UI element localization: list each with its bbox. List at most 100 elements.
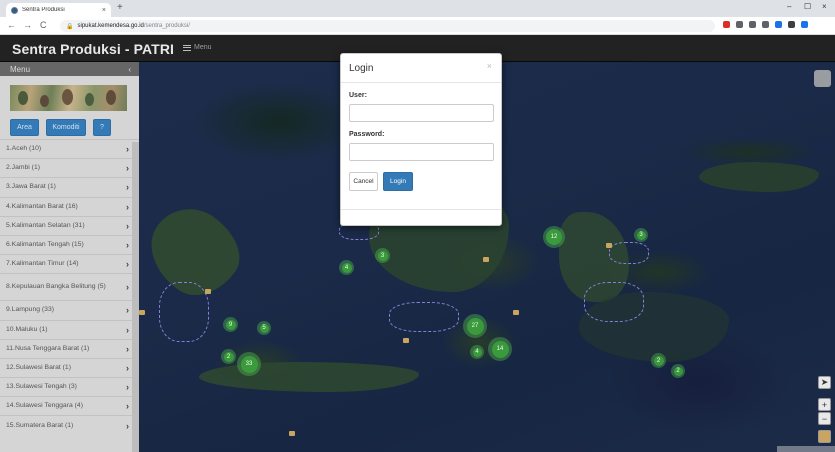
cluster-marker[interactable]: 2 [671,364,685,378]
help-button[interactable]: ? [93,119,111,136]
sidebar: Menu ‹ Area Komoditi ? 1.Aceh (10) › 2.Jam… [0,62,139,452]
cluster-count: 27 [466,317,484,335]
cluster-marker[interactable]: 3 [634,228,648,242]
forward-button[interactable]: → [23,20,32,30]
area-button[interactable]: Area [10,119,39,136]
cancel-button[interactable]: Cancel [349,172,378,191]
province-item-label: 7.Kalimantan Timur (14) [6,260,79,268]
location-pin-icon[interactable] [289,431,295,436]
province-item[interactable]: 14.Sulawesi Tenggara (4) › [0,396,139,416]
location-pin-icon[interactable] [513,310,519,315]
province-item[interactable]: 9.Lampung (33) › [0,300,139,320]
cluster-marker[interactable]: 4 [470,345,484,359]
land-north [699,162,819,192]
hamburger-icon [183,44,191,51]
province-item-label: 3.Jawa Barat (1) [6,183,56,191]
komoditi-button[interactable]: Komoditi [46,119,86,136]
cluster-marker[interactable]: 27 [463,314,487,338]
location-pin-icon[interactable] [139,310,145,315]
province-item-label: 8.Kepulauan Bangka Belitung (5) [6,283,106,291]
province-item[interactable]: 8.Kepulauan Bangka Belitung (5) › [0,273,139,301]
coastline [609,242,649,264]
chevron-right-icon: › [126,220,129,231]
province-item[interactable]: 4.Kalimantan Barat (16) › [0,196,139,216]
province-item[interactable]: 1.Aceh (10) › [0,139,139,159]
map-attribution [777,446,835,452]
tab-close-icon[interactable]: × [102,7,106,14]
province-item-label: 6.Kalimantan Tengah (15) [6,241,84,249]
province-item[interactable]: 3.Jawa Barat (1) › [0,177,139,197]
province-item-label: 5.Kalimantan Selatan (31) [6,221,85,229]
cluster-marker[interactable]: 2 [651,353,666,368]
location-pin-icon[interactable] [483,257,489,262]
browser-tab-strip: Sentra Produksi × + – ☐ × [0,0,835,17]
banner-photo [10,85,127,111]
chevron-right-icon: › [126,324,129,335]
locate-icon[interactable]: ➤ [818,376,831,389]
minimize-button[interactable]: – [787,2,791,11]
back-button[interactable]: ← [7,20,16,30]
cluster-marker[interactable]: 5 [257,321,271,335]
cluster-marker[interactable]: 33 [237,352,261,376]
province-item[interactable]: 10.Maluku (1) › [0,319,139,339]
province-item[interactable]: 15.Sumatera Barat (1) › [0,415,139,435]
new-tab-button[interactable]: + [117,2,123,13]
restore-button[interactable]: ☐ [804,2,811,11]
cluster-marker[interactable]: 4 [339,260,354,275]
province-item[interactable]: 11.Nusa Tenggara Barat (1) › [0,338,139,358]
cluster-marker[interactable]: 2 [221,349,236,364]
extension-icon[interactable] [775,21,782,28]
address-bar[interactable]: 🔒 sipukat.kemendesa.go.id/sentra_produks… [60,20,715,32]
password-input[interactable] [349,143,494,161]
extension-icon[interactable] [723,21,730,28]
extension-icons [723,21,808,28]
modal-title: Login [349,63,374,74]
fullscreen-icon[interactable] [818,430,831,443]
extension-icon[interactable] [762,21,769,28]
cluster-count: 3 [377,250,388,261]
layers-control-icon[interactable] [814,70,831,87]
province-item[interactable]: 2.Jambi (1) › [0,158,139,178]
browser-toolbar: ← → C 🔒 sipukat.kemendesa.go.id/sentra_p… [0,17,835,35]
brand-title[interactable]: Sentra Produksi - PATRI [12,41,174,57]
extension-icon[interactable] [749,21,756,28]
menu-toggle-button[interactable]: Menu [183,44,212,51]
chevron-right-icon: › [126,362,129,373]
cluster-count: 2 [223,351,234,362]
chevron-right-icon: › [126,282,129,293]
modal-actions: Cancel Login [349,172,413,191]
chevron-right-icon: › [126,144,129,155]
province-item[interactable]: 6.Kalimantan Tengah (15) › [0,234,139,255]
modal-close-icon[interactable]: × [487,61,492,71]
cluster-marker[interactable]: 3 [375,248,390,263]
cluster-count: 3 [636,230,646,240]
cluster-marker[interactable]: 14 [488,337,512,361]
province-item[interactable]: 7.Kalimantan Timur (14) › [0,254,139,274]
location-pin-icon[interactable] [205,289,211,294]
sidebar-collapse-icon[interactable]: ‹ [128,65,131,74]
window-close-button[interactable]: × [822,2,827,11]
chevron-right-icon: › [126,201,129,212]
extension-icon[interactable] [801,21,808,28]
zoom-in-button[interactable]: + [818,398,831,411]
extension-icon[interactable] [788,21,795,28]
extension-icon[interactable] [736,21,743,28]
province-item-label: 4.Kalimantan Barat (16) [6,202,78,210]
zoom-out-button[interactable]: − [818,412,831,425]
province-item[interactable]: 12.Sulawesi Barat (1) › [0,357,139,378]
cluster-count: 33 [240,355,258,373]
province-item[interactable]: 13.Sulawesi Tengah (3) › [0,377,139,397]
location-pin-icon[interactable] [403,338,409,343]
province-list: 1.Aceh (10) › 2.Jambi (1) › 3.Jawa Barat (1)… [0,139,139,435]
cluster-count: 4 [472,347,482,357]
location-pin-icon[interactable] [606,243,612,248]
sidebar-scrollbar[interactable] [132,142,139,452]
province-item[interactable]: 5.Kalimantan Selatan (31) › [0,215,139,235]
login-button[interactable]: Login [383,172,413,191]
cluster-marker[interactable]: 12 [543,226,565,248]
reload-button[interactable]: C [40,20,47,30]
browser-tab[interactable]: Sentra Produksi × [6,3,111,17]
user-input[interactable] [349,104,494,122]
cluster-marker[interactable]: 9 [223,317,238,332]
chevron-right-icon: › [126,401,129,412]
